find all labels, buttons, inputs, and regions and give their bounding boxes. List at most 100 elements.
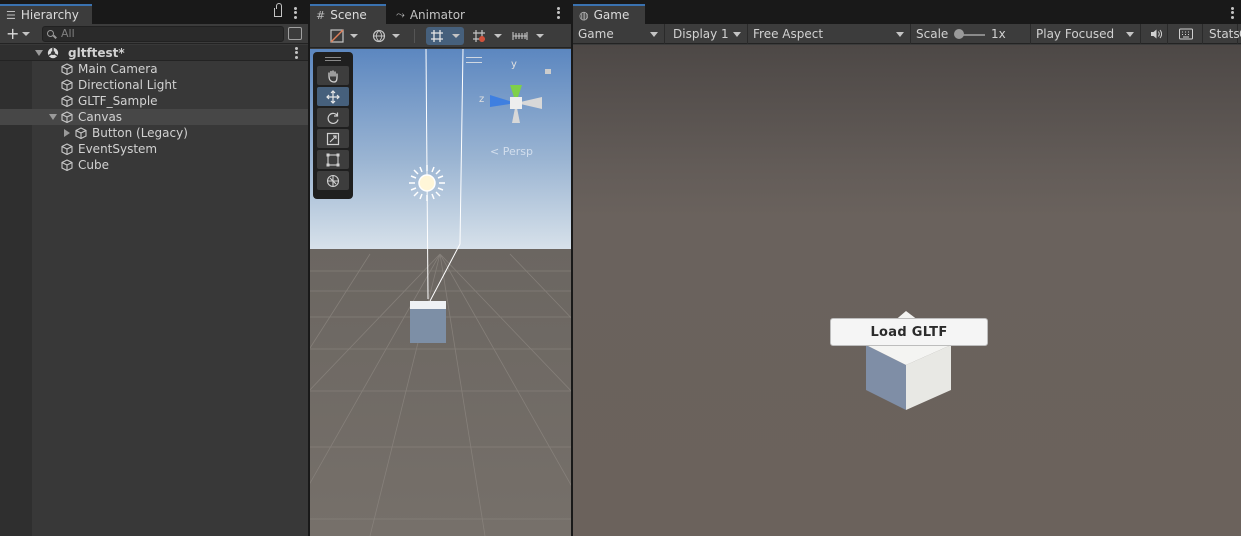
chevron-down-icon: [1126, 32, 1134, 37]
hierarchy-item-label: Canvas: [78, 110, 123, 124]
draw-mode-button[interactable]: [326, 27, 362, 45]
game-tabbar: ◍ Game: [573, 0, 1241, 24]
scene-visibility-icon[interactable]: [288, 27, 302, 40]
hierarchy-item[interactable]: Directional Light: [0, 77, 308, 93]
move-icon: [326, 89, 340, 104]
foldout-closed-icon[interactable]: [64, 129, 70, 137]
chevron-down-icon[interactable]: [22, 32, 30, 36]
tab-game-label: Game: [593, 8, 630, 22]
tab-scene[interactable]: # Scene: [310, 4, 386, 24]
projection-toggle[interactable]: < Persp: [490, 145, 533, 158]
hierarchy-panel: ☰ Hierarchy + All gltftest* Main Camera: [0, 0, 308, 536]
hierarchy-item[interactable]: Canvas: [0, 109, 308, 125]
search-input[interactable]: All: [42, 26, 284, 42]
scene-row[interactable]: gltftest*: [0, 45, 308, 61]
play-mode-dropdown[interactable]: Play Focused: [1031, 24, 1141, 44]
chevron-down-icon: [392, 34, 400, 38]
shortcuts-button[interactable]: [1171, 24, 1203, 44]
gizmo-y-label: y: [511, 59, 517, 70]
hand-tool-button[interactable]: [317, 66, 349, 85]
hierarchy-item-label: Cube: [78, 158, 109, 172]
chevron-down-icon: [350, 34, 358, 38]
transform-tool-button[interactable]: [317, 171, 349, 190]
drag-handle-icon[interactable]: [315, 54, 351, 64]
shading-icon: [330, 29, 344, 43]
load-gltf-button[interactable]: Load GLTF: [830, 318, 988, 346]
list-icon: ☰: [6, 8, 16, 22]
add-icon[interactable]: +: [6, 25, 19, 43]
scale-tool-button[interactable]: [317, 129, 349, 148]
perspective-icon: <: [490, 145, 500, 158]
hierarchy-item[interactable]: Main Camera: [0, 61, 308, 77]
scale-label: Scale: [916, 27, 949, 41]
load-gltf-label: Load GLTF: [870, 324, 948, 340]
projection-label: Persp: [502, 145, 533, 158]
scene-tabbar: # Scene ⤳ Animator: [310, 0, 571, 24]
keyboard-icon: [1179, 28, 1193, 40]
game-toolbar: Game Display 1 Free Aspect Scale 1x Play…: [573, 24, 1241, 44]
more-options-icon[interactable]: [554, 6, 562, 20]
mute-audio-button[interactable]: [1144, 24, 1168, 44]
scene-view-options-button[interactable]: [368, 27, 404, 45]
hierarchy-toolbar: + All: [0, 24, 308, 44]
scene-panel: # Scene ⤳ Animator y z < Persp: [310, 0, 571, 536]
globe-icon: [372, 29, 386, 43]
chevron-down-icon: [452, 34, 460, 38]
tab-game[interactable]: ◍ Game: [573, 4, 645, 24]
scene-more-icon[interactable]: [292, 46, 300, 60]
transform-icon: [326, 174, 340, 187]
unity-scene-icon: [47, 47, 59, 59]
scale-icon: [326, 132, 340, 145]
rect-tool-button[interactable]: [317, 150, 349, 169]
grid-snap-button[interactable]: [426, 27, 464, 45]
view-mode-dropdown[interactable]: Game: [573, 24, 665, 44]
more-options-icon[interactable]: [1228, 6, 1236, 20]
view-mode-value: Game: [578, 27, 614, 41]
chevron-down-icon: [896, 32, 904, 37]
gameobject-icon: [61, 95, 73, 107]
grid-icon: #: [316, 8, 326, 22]
rect-transform-icon: [326, 153, 340, 166]
gameobject-icon: [61, 143, 73, 155]
display-dropdown[interactable]: Display 1: [668, 24, 748, 44]
tab-scene-label: Scene: [330, 8, 367, 22]
display-value: Display 1: [673, 27, 729, 41]
hierarchy-item-label: Button (Legacy): [92, 126, 188, 140]
chevron-down-icon: [650, 32, 658, 37]
more-options-icon[interactable]: [291, 6, 299, 20]
hierarchy-item[interactable]: GLTF_Sample: [0, 93, 308, 109]
increment-snap-button[interactable]: [468, 27, 506, 45]
chevron-down-icon: [733, 32, 741, 37]
render-stats-button[interactable]: [508, 27, 548, 45]
gameobject-icon: [61, 111, 73, 123]
game-render: [866, 311, 951, 410]
tab-animator-label: Animator: [409, 8, 465, 22]
drag-handle-icon[interactable]: [466, 57, 482, 63]
grid-snap-icon: [431, 30, 443, 42]
gameobject-icon: [61, 63, 73, 75]
hierarchy-item-label: EventSystem: [78, 142, 158, 156]
gizmo-z-label: z: [479, 94, 485, 105]
hierarchy-item[interactable]: Cube: [0, 157, 308, 173]
scene-viewport[interactable]: y z < Persp: [310, 49, 571, 536]
hierarchy-item[interactable]: EventSystem: [0, 141, 308, 157]
tab-animator[interactable]: ⤳ Animator: [390, 4, 482, 24]
hierarchy-tabbar: ☰ Hierarchy: [0, 0, 308, 24]
increment-snap-icon: [473, 30, 485, 42]
sun-icon[interactable]: [407, 163, 447, 203]
stats-button[interactable]: Stats: [1204, 24, 1240, 44]
game-viewport[interactable]: Load GLTF: [573, 45, 1241, 536]
tab-hierarchy[interactable]: ☰ Hierarchy: [0, 4, 92, 24]
lock-icon[interactable]: [274, 3, 282, 17]
ruler-icon: [512, 32, 528, 40]
foldout-open-icon[interactable]: [49, 114, 57, 120]
hierarchy-item[interactable]: Button (Legacy): [0, 125, 308, 141]
foldout-open-icon[interactable]: [35, 50, 43, 56]
scale-slider-knob[interactable]: [954, 29, 964, 39]
gizmos-button[interactable]: G: [1236, 24, 1241, 44]
rotate-tool-button[interactable]: [317, 108, 349, 127]
orientation-gizmo[interactable]: [476, 59, 556, 135]
aspect-dropdown[interactable]: Free Aspect: [748, 24, 911, 44]
rotate-icon: [327, 112, 339, 124]
move-tool-button[interactable]: [317, 87, 349, 106]
